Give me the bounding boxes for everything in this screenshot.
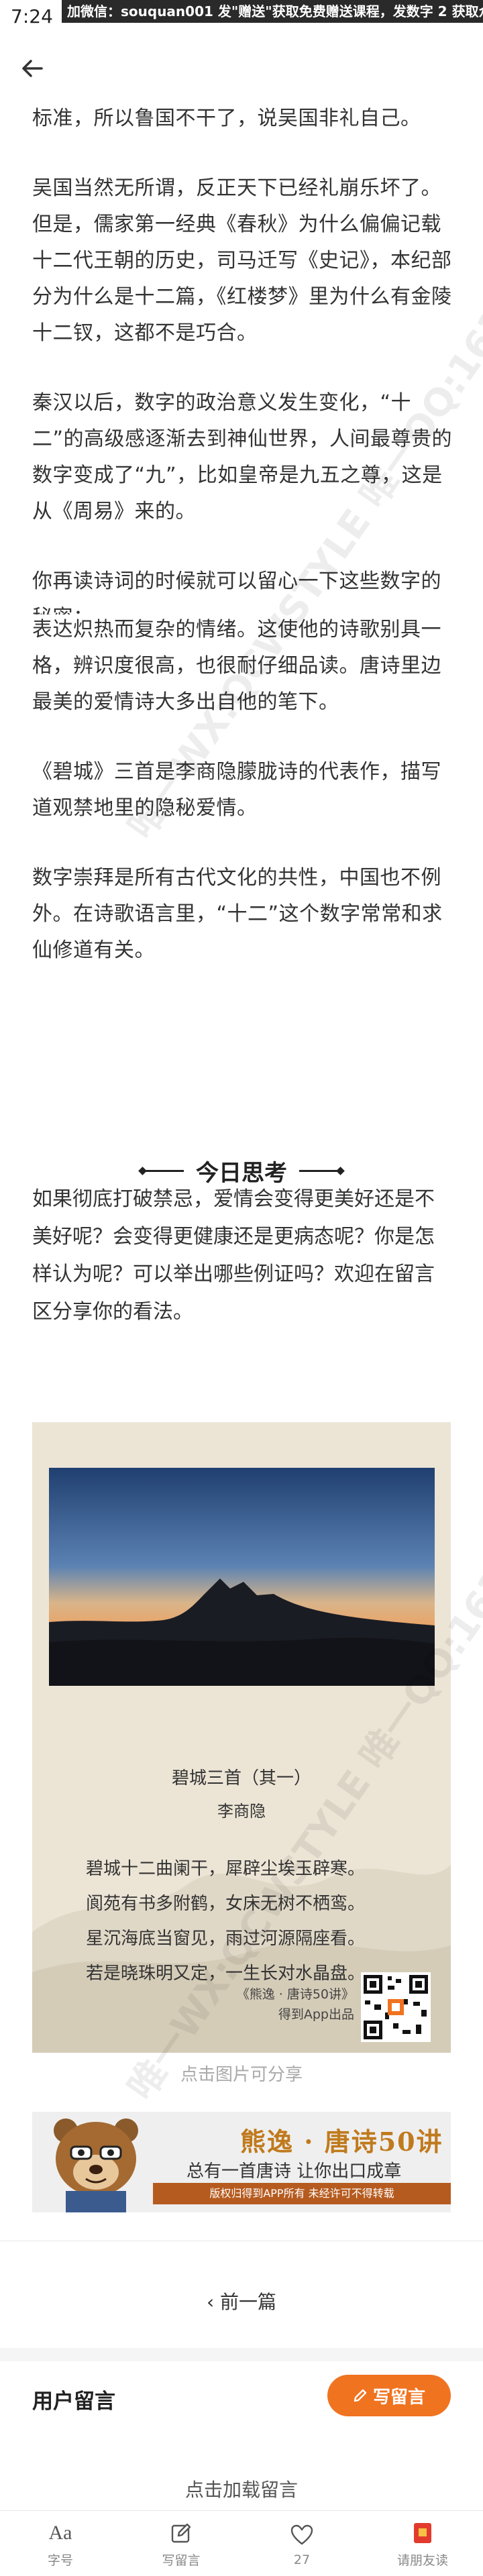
qr-caption-publisher: 得到App出品 — [278, 2007, 354, 2022]
article-paragraph: 你再读诗词的时候就可以留心一下这些数字的秘密： — [32, 570, 441, 614]
bottom-toolbar: Aa 字号 写留言 27 请朋友读 — [0, 2510, 483, 2576]
heart-icon — [290, 2520, 313, 2550]
load-comments-link[interactable]: 点击加载留言 — [0, 2475, 483, 2502]
article-paragraph: 表达炽热而复杂的情绪。这使他的诗歌别具一格，辨识度很高，也很耐仔细品读。唐诗里边… — [32, 618, 441, 714]
poem-line: 阆苑有书多附鹤，女床无树不栖鸾。 — [86, 1894, 366, 1914]
like-count: 27 — [293, 2552, 311, 2567]
tab-label: 请朋友读 — [396, 2553, 448, 2568]
article-paragraph: 《碧城》三首是李商隐朦胧诗的代表作，描写道观禁地里的隐秘爱情。 — [32, 760, 441, 820]
top-nav — [0, 27, 483, 107]
section-gap — [0, 2348, 483, 2361]
write-comment-label: 写留言 — [372, 2387, 425, 2408]
previous-article-link[interactable]: ‹ 前一篇 — [0, 2288, 483, 2314]
poem-photo — [49, 1468, 435, 1686]
poem-share-card[interactable]: 碧城三首（其一） 李商隐 碧城十二曲阑干，犀辟尘埃玉辟寒。 阆苑有书多附鹤，女床… — [32, 1422, 451, 2053]
status-time: 7:24 — [11, 5, 53, 28]
like-tab[interactable]: 27 — [241, 2511, 362, 2576]
tab-label: 写留言 — [162, 2553, 201, 2568]
article-paragraph: 吴国当然无所谓，反正天下已经礼崩乐坏了。但是，儒家第一经典《春秋》为什么偏偏记载… — [32, 176, 452, 345]
tab-label: 字号 — [47, 2553, 73, 2568]
comments-header: 用户留言 写留言 — [0, 2361, 483, 2442]
back-arrow-icon — [22, 60, 43, 77]
banner-copyright: 版权归得到APP所有 未经许可不得转载 — [153, 2183, 451, 2204]
poem-lines: 碧城十二曲阑干，犀辟尘埃玉辟寒。 阆苑有书多附鹤，女床无树不栖鸾。 星沉海底当窗… — [86, 1851, 435, 1991]
qr-caption-course: 《熊逸 · 唐诗50讲》 — [236, 1987, 354, 2002]
thinking-question: 如果彻底打破禁忌，爱情会变得更美好还是不美好呢？会变得更健康还是更病态呢？你是怎… — [32, 1187, 435, 1324]
bear-mascot-icon — [54, 2118, 138, 2212]
article-paragraph: 数字崇拜是所有古代文化的共性，中国也不例外。在诗歌语言里，“十二”这个数字常常和… — [32, 866, 443, 962]
share-gift-icon — [413, 2518, 433, 2548]
font-size-icon: Aa — [48, 2522, 72, 2544]
article-paragraph: 标准，所以鲁国不干了，说吴国非礼自己。 — [32, 107, 421, 130]
status-ad-banner: 加微信：souquan001 发"赠送"获取免费赠送课程，发数字 2 获取众筹列… — [62, 0, 483, 23]
pencil-icon — [354, 2389, 367, 2402]
write-comment-tab[interactable]: 写留言 — [121, 2511, 241, 2576]
invite-friend-tab[interactable]: 请朋友读 — [362, 2511, 483, 2576]
article-body: 标准，所以鲁国不干了，说吴国非礼自己。 吴国当然无所谓，反正天下已经礼崩乐坏了。… — [32, 101, 453, 1002]
write-comment-button[interactable]: 写留言 — [327, 2375, 451, 2416]
poem-line: 碧城十二曲阑干，犀辟尘埃玉辟寒。 — [86, 1859, 366, 1879]
poem-author: 李商隐 — [217, 1802, 266, 1821]
heading-line-right — [299, 1166, 345, 1175]
banner-title: 熊逸 · 唐诗50讲 — [240, 2127, 443, 2157]
heading-line-left — [138, 1166, 184, 1175]
status-bar: 7:24 加微信：souquan001 发"赠送"获取免费赠送课程，发数字 2 … — [0, 0, 483, 28]
qr-caption: 《熊逸 · 唐诗50讲》 得到App出品 — [227, 1984, 354, 2025]
article-paragraph: 秦汉以后，数字的政治意义发生变化，“十二”的高级感逐渐去到神仙世界，人间最尊贵的… — [32, 391, 453, 523]
poem-title: 碧城三首（其一） — [171, 1768, 311, 1788]
qr-code-icon — [361, 1972, 431, 2042]
poem-line: 星沉海底当窗见，雨过河源隔座看。 — [86, 1929, 366, 1949]
image-share-hint: 点击图片可分享 — [180, 2065, 303, 2085]
font-size-tab[interactable]: Aa 字号 — [0, 2511, 121, 2576]
course-banner[interactable]: 熊逸 · 唐诗50讲 总有一首唐诗 让你出口成章 版权归得到APP所有 未经许可… — [32, 2112, 451, 2212]
comments-title: 用户留言 — [32, 2390, 115, 2414]
banner-subtitle: 总有一首唐诗 让你出口成章 — [186, 2161, 402, 2182]
edit-icon — [170, 2518, 193, 2548]
back-button[interactable] — [12, 48, 52, 89]
